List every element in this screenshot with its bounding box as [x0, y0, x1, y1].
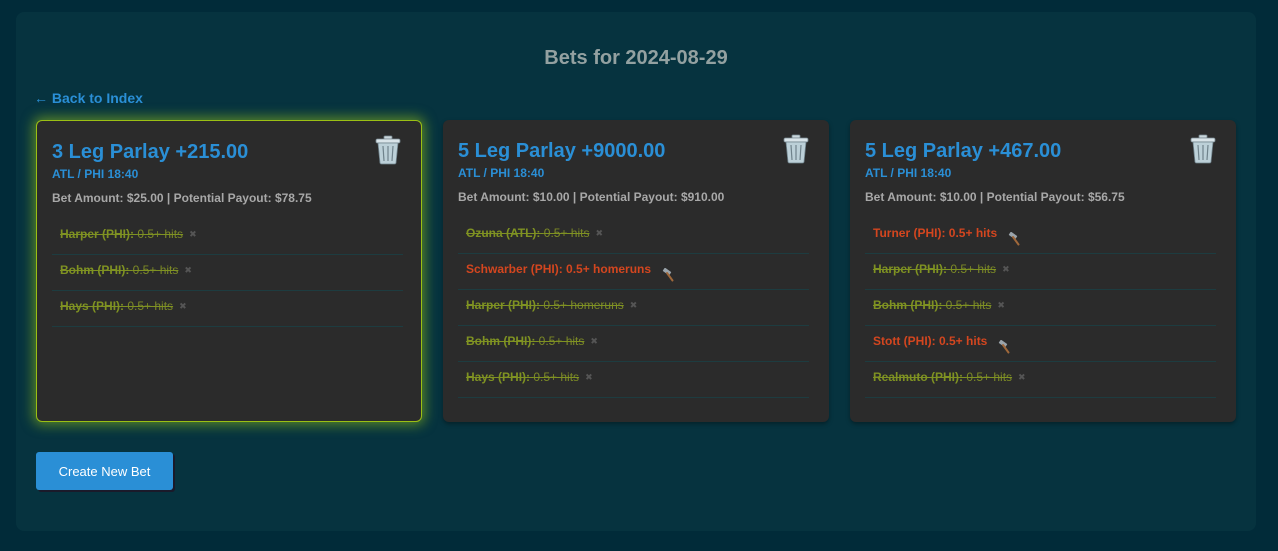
x-mark-icon: ✖ — [1018, 372, 1026, 383]
leg-item: Bohm (PHI): 0.5+ hits ✖ — [52, 255, 403, 291]
back-to-index-link[interactable]: ← Back to Index — [34, 90, 143, 106]
leg-description: Harper (PHI): 0.5+ hits — [60, 227, 183, 241]
x-mark-icon: ✖ — [595, 228, 604, 239]
leg-detail: 0.5+ hits — [966, 370, 1013, 384]
leg-detail: 0.5+ hits — [939, 334, 988, 348]
page-title: Bets for 2024-08-29 — [544, 47, 728, 69]
leg-item: Bohm (PHI): 0.5+ hits ✖ — [458, 326, 809, 362]
x-mark-icon: ✖ — [189, 229, 197, 240]
leg-list: Ozuna (ATL): 0.5+ hits ✖ Schwarber (PHI): … — [458, 218, 809, 398]
leg-player: Turner (PHI): — [873, 226, 946, 240]
leg-detail: 0.5+ homeruns — [543, 298, 624, 312]
leg-description: Bohm (PHI): 0.5+ hits — [873, 298, 991, 312]
bet-card[interactable]: 5 Leg Parlay +467.00 ATL / PHI 18:40 Bet… — [850, 120, 1236, 422]
trash-icon[interactable] — [1190, 134, 1216, 164]
leg-detail: 0.5+ homeruns — [566, 262, 652, 276]
x-mark-icon: ✖ — [629, 300, 638, 311]
bet-amount: Bet Amount: $25.00 | Potential Payout: $… — [52, 191, 312, 205]
leg-description: Harper (PHI): 0.5+ hits — [873, 262, 996, 276]
bet-game: ATL / PHI 18:40 — [52, 167, 139, 181]
x-mark-icon: ✖ — [179, 301, 187, 312]
leg-item: Turner (PHI): 0.5+ hits — [865, 218, 1216, 254]
leg-player: Bohm (PHI): — [60, 263, 130, 277]
bet-title: 5 Leg Parlay +9000.00 — [458, 140, 666, 162]
leg-player: Hays (PHI): — [60, 299, 125, 313]
leg-player: Ozuna (ATL): — [466, 226, 541, 240]
leg-player: Schwarber (PHI): — [466, 262, 563, 276]
bet-title: 3 Leg Parlay +215.00 — [52, 141, 249, 163]
bet-title: 5 Leg Parlay +467.00 — [865, 140, 1062, 162]
bet-card[interactable]: 5 Leg Parlay +9000.00 ATL / PHI 18:40 Be… — [443, 120, 829, 422]
x-mark-icon: ✖ — [585, 372, 593, 383]
leg-description: Harper (PHI): 0.5+ homeruns — [466, 298, 624, 312]
leg-detail: 0.5+ hits — [948, 226, 998, 240]
leg-description: Stott (PHI): 0.5+ hits — [873, 334, 987, 348]
hammer-icon — [997, 335, 1011, 354]
leg-player: Harper (PHI): — [60, 227, 135, 241]
leg-item: Harper (PHI): 0.5+ homeruns ✖ — [458, 290, 809, 326]
leg-item: Hays (PHI): 0.5+ hits ✖ — [52, 291, 403, 327]
trash-icon[interactable] — [783, 134, 809, 164]
leg-item: Realmuto (PHI): 0.5+ hits ✖ — [865, 362, 1216, 398]
leg-description: Realmuto (PHI): 0.5+ hits — [873, 370, 1012, 384]
leg-detail: 0.5+ hits — [950, 262, 997, 276]
leg-description: Hays (PHI): 0.5+ hits — [60, 299, 173, 313]
leg-list: Turner (PHI): 0.5+ hits Harper (PHI): 0.5… — [865, 218, 1216, 398]
leg-description: Turner (PHI): 0.5+ hits — [873, 226, 997, 240]
leg-item: Bohm (PHI): 0.5+ hits ✖ — [865, 290, 1216, 326]
leg-description: Bohm (PHI): 0.5+ hits — [60, 263, 178, 277]
leg-description: Hays (PHI): 0.5+ hits — [466, 370, 579, 384]
x-mark-icon: ✖ — [1002, 264, 1010, 275]
leg-item: Hays (PHI): 0.5+ hits ✖ — [458, 362, 809, 398]
leg-item: Harper (PHI): 0.5+ hits ✖ — [865, 254, 1216, 290]
leg-description: Bohm (PHI): 0.5+ hits — [466, 334, 584, 348]
bet-game: ATL / PHI 18:40 — [865, 166, 952, 180]
bet-amount: Bet Amount: $10.00 | Potential Payout: $… — [458, 190, 725, 204]
leg-detail: 0.5+ hits — [543, 226, 590, 240]
leg-item: Harper (PHI): 0.5+ hits ✖ — [52, 219, 403, 255]
leg-description: Ozuna (ATL): 0.5+ hits — [466, 226, 589, 240]
leg-detail: 0.5+ hits — [127, 299, 174, 313]
bet-card[interactable]: 3 Leg Parlay +215.00 ATL / PHI 18:40 Bet… — [36, 120, 422, 422]
leg-player: Harper (PHI): — [873, 262, 948, 276]
x-mark-icon: ✖ — [184, 265, 192, 276]
leg-player: Hays (PHI): — [466, 370, 531, 384]
leg-item: Ozuna (ATL): 0.5+ hits ✖ — [458, 218, 809, 254]
leg-list: Harper (PHI): 0.5+ hits ✖ Bohm (PHI): 0.5+… — [52, 219, 403, 327]
leg-player: Realmuto (PHI): — [873, 370, 963, 384]
leg-player: Bohm (PHI): — [873, 298, 943, 312]
hammer-icon — [1007, 227, 1021, 246]
leg-detail: 0.5+ hits — [538, 334, 585, 348]
hammer-icon — [661, 263, 675, 282]
leg-description: Schwarber (PHI): 0.5+ homeruns — [466, 262, 651, 276]
leg-detail: 0.5+ hits — [132, 263, 179, 277]
leg-item: Stott (PHI): 0.5+ hits — [865, 326, 1216, 362]
bet-game: ATL / PHI 18:40 — [458, 166, 545, 180]
leg-detail: 0.5+ hits — [945, 298, 992, 312]
leg-item: Schwarber (PHI): 0.5+ homeruns — [458, 254, 809, 290]
leg-player: Bohm (PHI): — [466, 334, 536, 348]
x-mark-icon: ✖ — [997, 300, 1005, 311]
leg-detail: 0.5+ hits — [137, 227, 184, 241]
x-mark-icon: ✖ — [590, 336, 598, 347]
leg-player: Stott (PHI): — [873, 334, 936, 348]
trash-icon[interactable] — [375, 135, 401, 165]
create-new-bet-button[interactable]: Create New Bet — [36, 452, 173, 490]
leg-player: Harper (PHI): — [466, 298, 541, 312]
bet-amount: Bet Amount: $10.00 | Potential Payout: $… — [865, 190, 1125, 204]
main-panel: Bets for 2024-08-29 ← Back to Index 3 Le… — [16, 12, 1256, 531]
leg-detail: 0.5+ hits — [533, 370, 580, 384]
